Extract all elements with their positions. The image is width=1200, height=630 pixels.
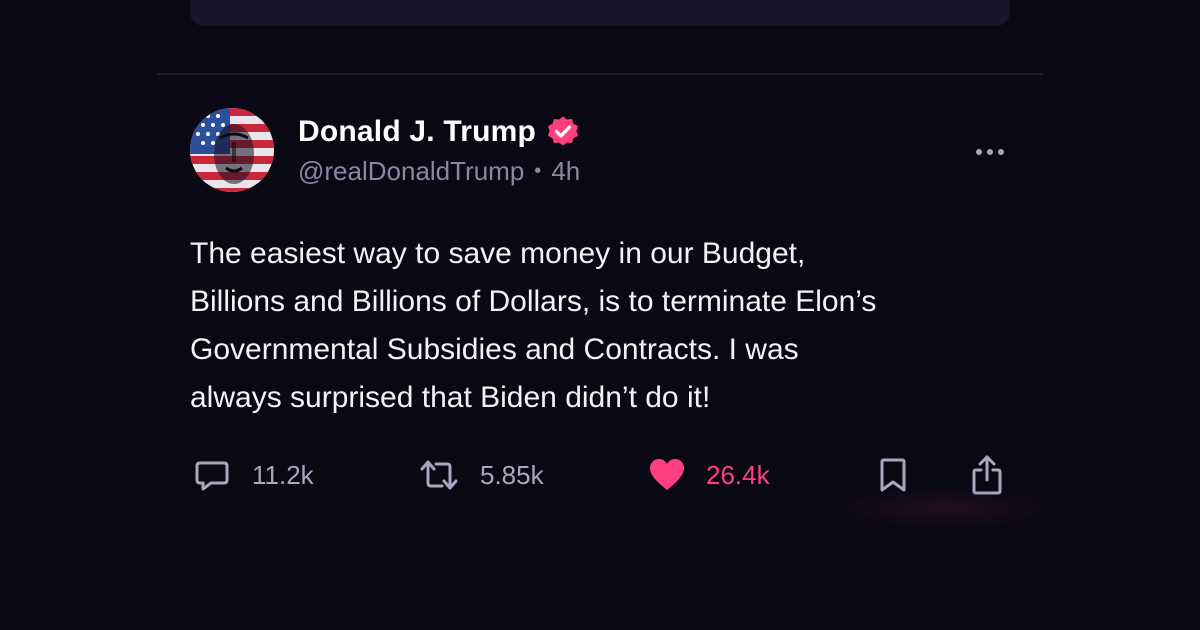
repost-icon	[418, 455, 460, 495]
previous-post-card[interactable]	[190, 0, 1010, 26]
author-handle[interactable]: @realDonaldTrump	[298, 156, 524, 187]
repost-button[interactable]: 5.85k	[418, 453, 544, 497]
avatar-image	[190, 108, 274, 192]
more-options-icon[interactable]	[970, 142, 1010, 162]
post-author: Donald J. Trump @realDonaldTrump • 4h	[298, 112, 580, 187]
like-count: 26.4k	[706, 459, 770, 490]
meta-separator: •	[534, 160, 542, 182]
reply-button[interactable]: 11.2k	[192, 453, 314, 497]
author-name-row: Donald J. Trump	[298, 112, 580, 152]
page: Donald J. Trump @realDonaldTrump • 4h Th…	[0, 0, 1200, 630]
reply-count: 11.2k	[252, 459, 314, 490]
author-meta-row: @realDonaldTrump • 4h	[298, 156, 580, 187]
reply-icon	[192, 455, 232, 495]
heart-icon	[648, 457, 686, 493]
post-timestamp[interactable]: 4h	[551, 156, 580, 187]
post-text: The easiest way to save money in our Bud…	[190, 237, 877, 414]
author-display-name[interactable]: Donald J. Trump	[298, 115, 536, 149]
repost-count: 5.85k	[480, 459, 544, 490]
verified-badge-icon	[546, 115, 580, 149]
post-divider	[157, 73, 1043, 75]
like-button[interactable]: 26.4k	[648, 453, 770, 497]
avatar[interactable]	[190, 108, 274, 192]
decorative-glow	[840, 488, 1050, 528]
